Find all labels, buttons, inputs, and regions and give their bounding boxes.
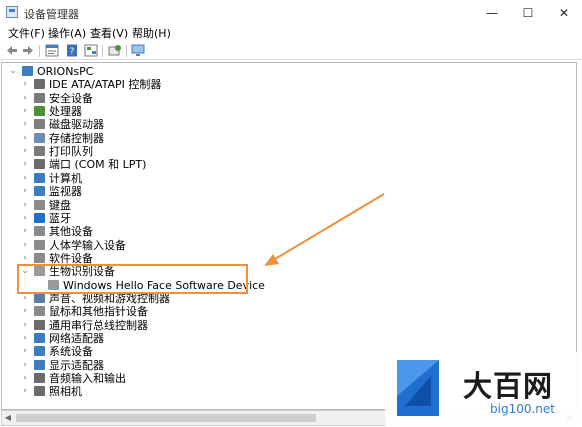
- watermark-url: big100.net: [490, 402, 555, 416]
- watermark-logo-icon: [397, 360, 439, 416]
- watermark-title: 大百网: [463, 369, 554, 403]
- site-watermark: 大百网 big100.net: [385, 352, 582, 427]
